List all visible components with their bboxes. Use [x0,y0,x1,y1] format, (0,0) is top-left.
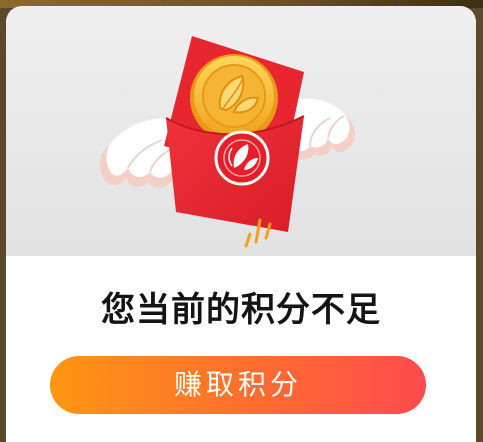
leaf-seal-icon [214,130,270,186]
coin-icon [190,54,278,142]
flying-red-envelope-coin-icon [100,36,355,248]
earn-points-button[interactable]: 赚取积分 [50,356,426,414]
insufficient-points-message: 您当前的积分不足 [101,290,381,330]
insufficient-points-dialog: 您当前的积分不足 赚取积分 [6,6,476,442]
illustration-panel [6,6,476,256]
